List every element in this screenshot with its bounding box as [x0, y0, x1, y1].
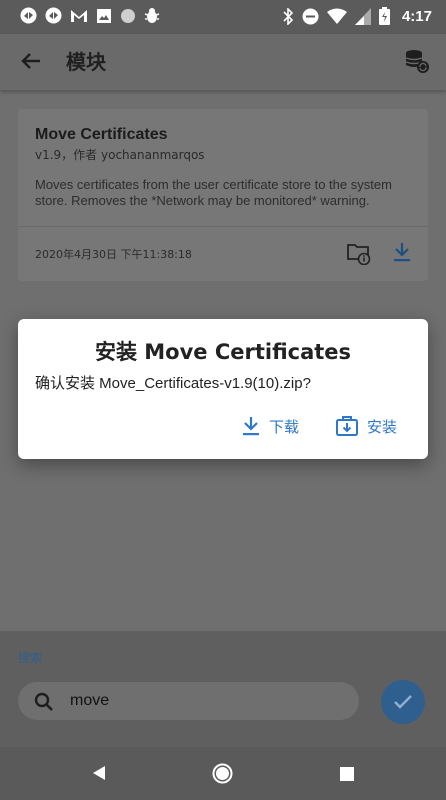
app-bar: 模块 [0, 34, 446, 90]
navigation-bar [0, 747, 446, 800]
download-button[interactable]: 下载 [241, 415, 299, 437]
search-input[interactable] [70, 690, 340, 712]
search-icon [34, 692, 53, 711]
download-icon [243, 417, 259, 436]
search-panel: 搜索 [0, 631, 446, 747]
wifi-icon [326, 8, 347, 24]
dialog-message: 确认安装 Move_Certificates-v1.9(10).zip? [35, 375, 311, 392]
search-label: 搜索 [18, 651, 43, 665]
search-box[interactable] [18, 682, 359, 720]
module-version-author: v1.9，作者 yochananmarqos [35, 148, 205, 162]
image-icon [97, 8, 111, 23]
system-icons: 4:17 [282, 7, 432, 25]
download-button-label: 下载 [269, 417, 300, 436]
battery-icon [378, 7, 390, 25]
signal-icon [354, 7, 371, 25]
bug-icon [144, 8, 160, 23]
gmail-icon [71, 9, 87, 22]
sync-icon [45, 7, 62, 24]
status-bar: 4:17 [0, 0, 446, 34]
page-title: 模块 [66, 50, 106, 74]
arrow-back-icon[interactable] [20, 50, 42, 72]
install-icon [336, 416, 358, 436]
check-icon [394, 695, 412, 709]
module-card[interactable]: Move Certificates v1.9，作者 yochananmarqos… [18, 109, 428, 281]
module-name: Move Certificates [35, 126, 168, 143]
do-not-disturb-icon [302, 8, 319, 24]
nav-recents-icon[interactable] [340, 767, 354, 781]
folder-info-icon[interactable] [346, 241, 372, 265]
download-icon[interactable] [392, 241, 412, 263]
nav-home-icon[interactable] [212, 763, 233, 784]
sync-icon [20, 7, 37, 24]
install-dialog: 安装 Move Certificates 确认安装 Move_Certifica… [18, 319, 428, 459]
notification-icons [20, 7, 160, 24]
database-sync-icon[interactable] [404, 48, 430, 74]
nav-back-icon[interactable] [92, 765, 106, 781]
module-date: 2020年4月30日 下午11:38:18 [35, 248, 192, 261]
card-divider [18, 226, 428, 227]
install-button-label: 安装 [367, 417, 398, 436]
search-confirm-button[interactable] [381, 680, 425, 724]
dialog-title: 安装 Move Certificates [94, 340, 352, 364]
install-button[interactable]: 安装 [335, 415, 397, 437]
bluetooth-icon [283, 7, 294, 25]
circle-icon [121, 8, 135, 23]
module-description: Moves certificates from the user certifi… [35, 177, 392, 208]
status-time: 4:17 [401, 7, 432, 25]
